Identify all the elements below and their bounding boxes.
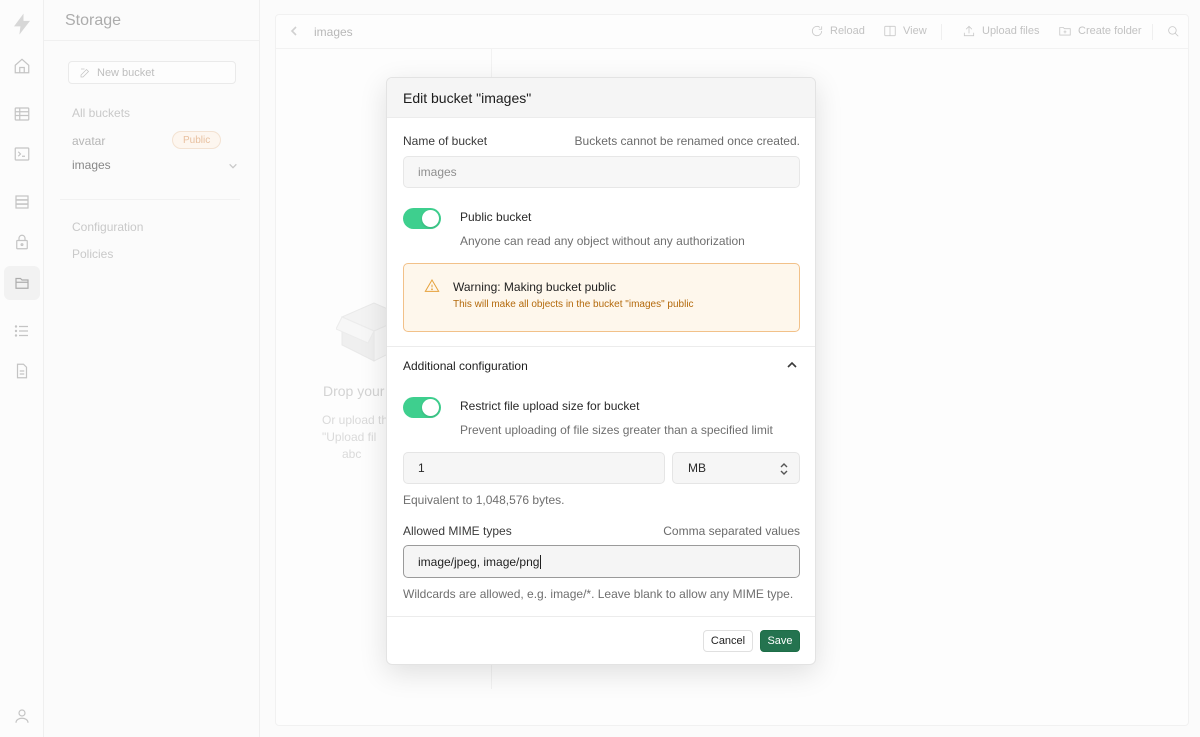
bucket-name-label: Name of bucket bbox=[403, 134, 488, 148]
chevron-up-icon[interactable] bbox=[786, 359, 798, 371]
restrict-size-description: Prevent uploading of file sizes greater … bbox=[460, 423, 773, 437]
size-limit-value: 1 bbox=[418, 461, 425, 475]
text-caret bbox=[540, 554, 542, 569]
public-bucket-toggle[interactable] bbox=[403, 208, 441, 229]
dialog-title: Edit bucket "images" bbox=[387, 78, 815, 118]
public-bucket-title: Public bucket bbox=[460, 210, 532, 224]
warning-triangle-icon bbox=[424, 278, 440, 294]
size-unit-value: MB bbox=[688, 461, 706, 475]
mime-label-row: Allowed MIME types Comma separated value… bbox=[403, 524, 800, 538]
bucket-name-label-row: Name of bucket Buckets cannot be renamed… bbox=[403, 134, 800, 148]
bucket-name-input[interactable]: images bbox=[403, 156, 800, 188]
size-limit-input[interactable]: 1 bbox=[403, 452, 665, 484]
additional-config-title[interactable]: Additional configuration bbox=[403, 359, 528, 373]
size-unit-select[interactable]: MB bbox=[672, 452, 800, 484]
mime-label: Allowed MIME types bbox=[403, 524, 512, 538]
save-button[interactable]: Save bbox=[760, 630, 800, 652]
mime-types-value: image/jpeg, image/png bbox=[418, 554, 540, 569]
restrict-size-toggle[interactable] bbox=[403, 397, 441, 418]
cancel-button[interactable]: Cancel bbox=[703, 630, 753, 652]
warning-title: Warning: Making bucket public bbox=[453, 280, 616, 294]
mime-hint: Comma separated values bbox=[663, 524, 800, 538]
section-divider bbox=[387, 346, 815, 347]
mime-help-text: Wildcards are allowed, e.g. image/*. Lea… bbox=[403, 587, 794, 601]
public-warning-callout: Warning: Making bucket public This will … bbox=[403, 263, 800, 332]
warning-text: This will make all objects in the bucket… bbox=[453, 299, 694, 310]
dialog-footer: Cancel Save bbox=[387, 616, 815, 664]
mime-types-input[interactable]: image/jpeg, image/png bbox=[403, 545, 800, 578]
bucket-name-value: images bbox=[418, 165, 457, 179]
public-bucket-description: Anyone can read any object without any a… bbox=[460, 234, 745, 248]
bucket-name-hint: Buckets cannot be renamed once created. bbox=[574, 134, 800, 148]
select-arrows-icon bbox=[779, 462, 789, 476]
edit-bucket-dialog: Edit bucket "images" Name of bucket Buck… bbox=[386, 77, 816, 665]
restrict-size-title: Restrict file upload size for bucket bbox=[460, 399, 640, 413]
size-equivalent-text: Equivalent to 1,048,576 bytes. bbox=[403, 493, 565, 507]
